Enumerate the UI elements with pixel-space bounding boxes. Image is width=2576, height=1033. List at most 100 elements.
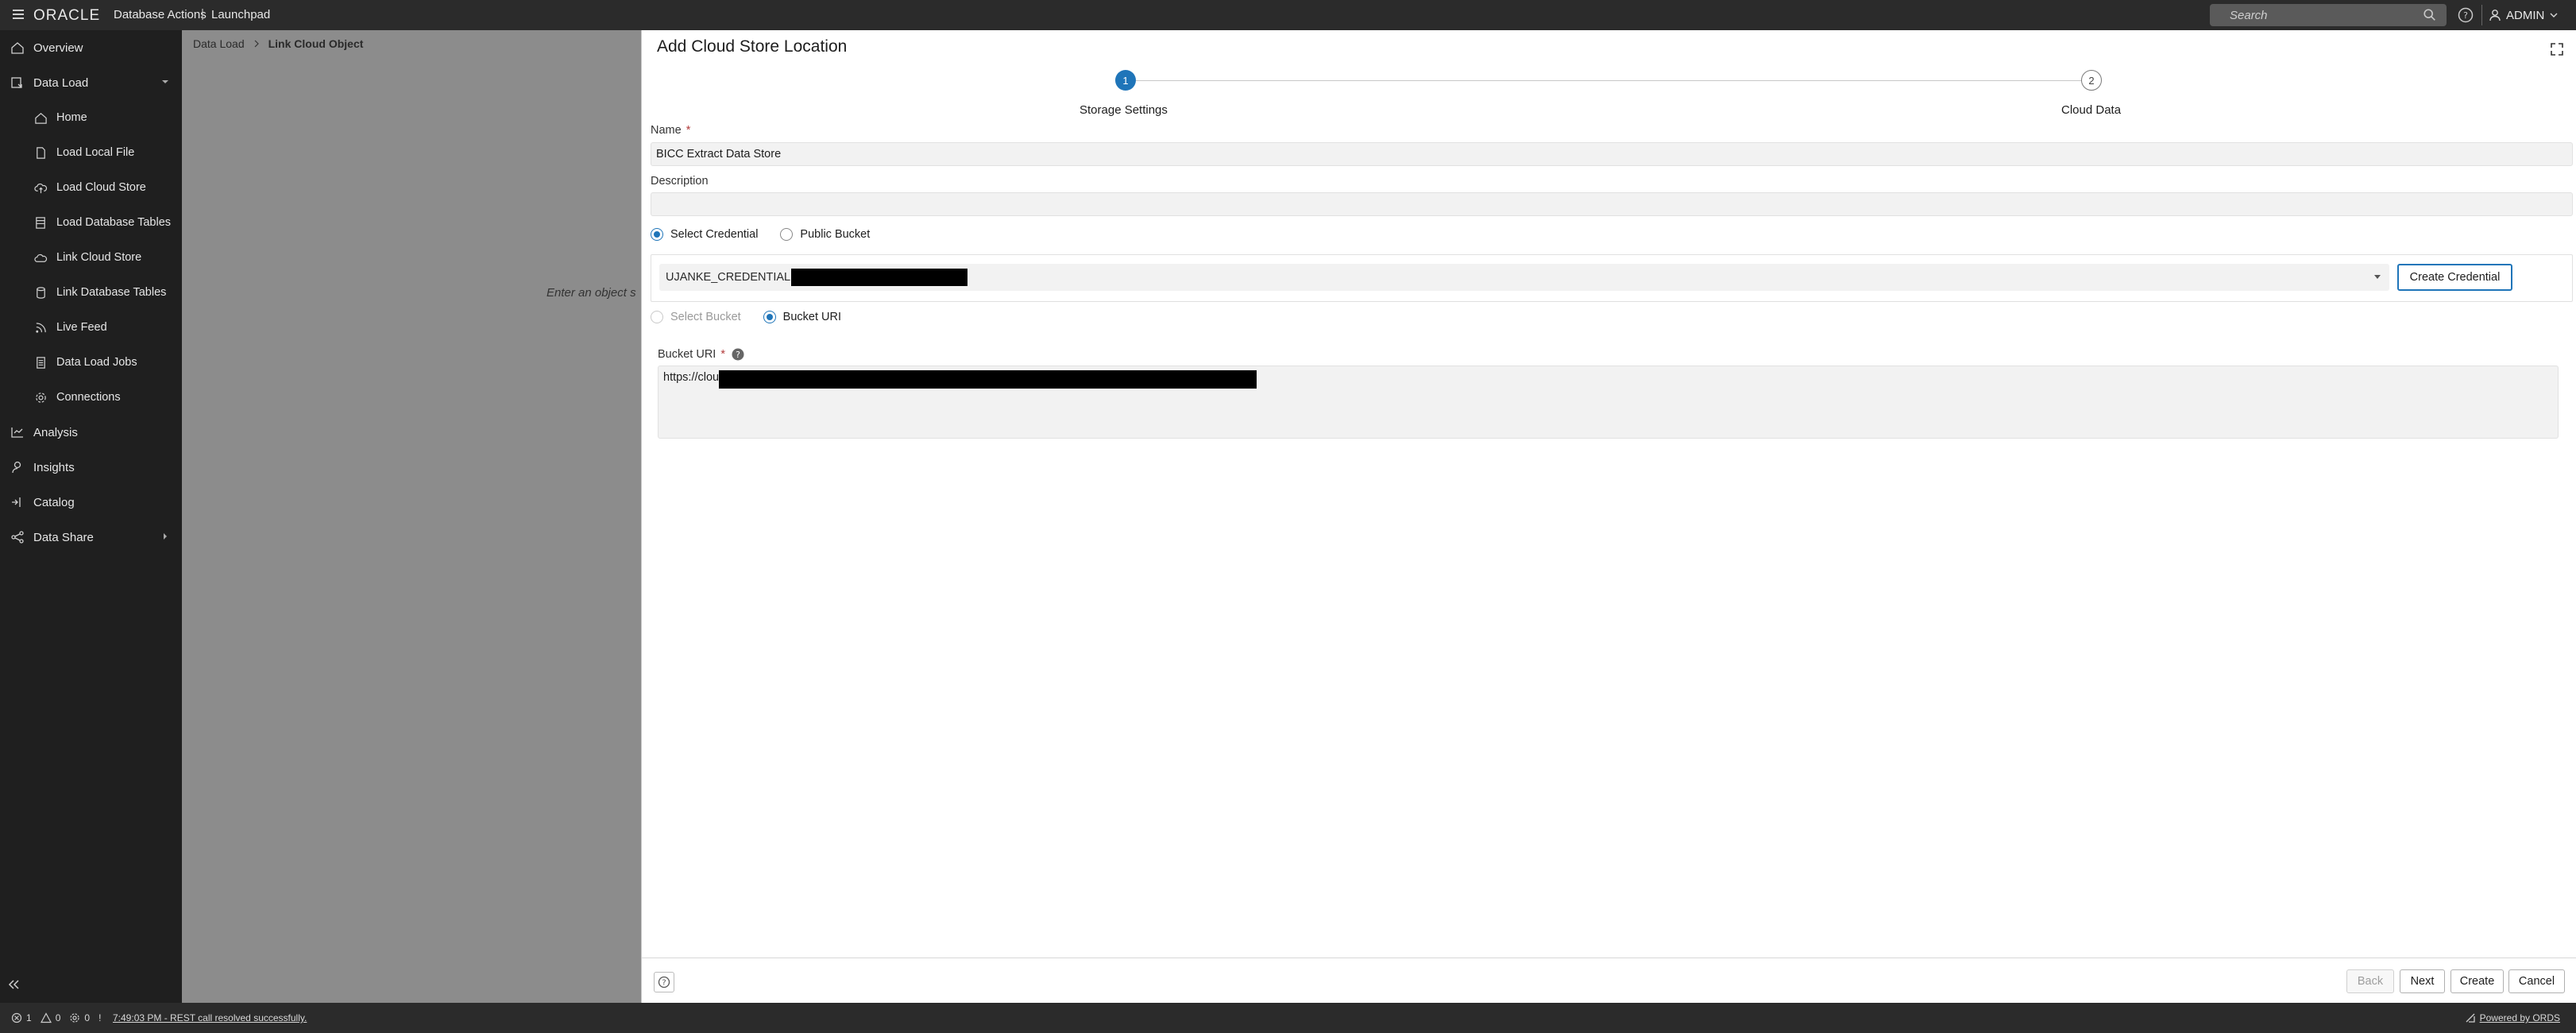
required-marker: * — [686, 124, 691, 137]
next-button[interactable]: Next — [2400, 969, 2445, 993]
sidebar-item-label: Data Share — [33, 530, 94, 544]
collapse-sidebar-icon[interactable] — [6, 977, 21, 992]
top-header: ORACLE Database Actions | Launchpad ? AD… — [0, 0, 2576, 30]
bucket-uri-value: https://clou — [663, 371, 720, 384]
search-input[interactable] — [2210, 4, 2416, 26]
global-search[interactable] — [2210, 4, 2447, 26]
cloud-icon — [33, 250, 48, 265]
home-icon — [10, 40, 25, 56]
product-name[interactable]: Database Actions — [114, 8, 207, 21]
description-label: Description — [651, 175, 709, 188]
name-field[interactable]: BICC Extract Data Store — [651, 142, 2573, 166]
sidebar-item-data-load-jobs[interactable]: Data Load Jobs — [0, 348, 182, 377]
status-bar: 1 0 0 ! 7:49:03 PM - REST call resolved … — [0, 1003, 2576, 1033]
cancel-button[interactable]: Cancel — [2508, 969, 2565, 993]
file-icon — [33, 145, 48, 161]
sidebar-item-data-load[interactable]: Data Load — [0, 68, 182, 97]
warning-icon — [40, 1012, 52, 1023]
jobs-icon — [33, 354, 48, 370]
bucket-uri-field[interactable]: https://clou — [658, 366, 2559, 439]
description-field[interactable] — [651, 192, 2573, 216]
sidebar-item-label: Connections — [56, 391, 121, 404]
sidebar-item-label: Overview — [33, 41, 83, 55]
feed-icon — [33, 319, 48, 335]
launchpad-link[interactable]: Launchpad — [211, 8, 270, 21]
create-button[interactable]: Create — [2450, 969, 2504, 993]
bucket-uri-radio[interactable] — [763, 311, 776, 323]
select-credential-label[interactable]: Select Credential — [670, 228, 758, 241]
credential-section: UJANKE_CREDENTIAL Create Credential — [651, 254, 2573, 302]
status-counters[interactable]: 1 0 0 ! — [11, 1012, 101, 1023]
sidebar-item-label: Live Feed — [56, 321, 107, 334]
sidebar-item-label: Catalog — [33, 495, 75, 509]
sidebar-item-analysis[interactable]: Analysis — [0, 418, 182, 447]
database-tables-icon — [33, 215, 48, 230]
redacted-block — [719, 370, 1257, 389]
select-bucket-radio[interactable] — [651, 311, 663, 323]
step-1-indicator[interactable]: 1 — [1115, 70, 1136, 91]
svg-text:?: ? — [736, 350, 740, 360]
sidebar-item-load-local-file[interactable]: Load Local File — [0, 138, 182, 167]
breadcrumb-current: Link Cloud Object — [268, 37, 364, 50]
sidebar-item-catalog[interactable]: Catalog — [0, 488, 182, 516]
oracle-logo: ORACLE — [33, 7, 101, 24]
user-menu[interactable]: ADMIN — [2489, 6, 2559, 24]
user-icon — [2489, 10, 2501, 21]
sidebar-item-data-share[interactable]: Data Share — [0, 523, 182, 551]
database-icon — [33, 284, 48, 300]
help-icon[interactable]: ? — [2457, 6, 2474, 24]
sidebar-item-insights[interactable]: Insights — [0, 453, 182, 482]
insights-icon — [10, 459, 25, 475]
sidebar-item-overview[interactable]: Overview — [0, 33, 182, 62]
help-button[interactable]: ? — [654, 972, 674, 992]
sidebar-item-load-cloud-store[interactable]: Load Cloud Store — [0, 173, 182, 202]
powered-by-link[interactable]: Powered by ORDS — [2465, 1012, 2560, 1023]
sidebar-item-label: Insights — [33, 460, 75, 474]
select-bucket-label[interactable]: Select Bucket — [670, 311, 741, 323]
bucket-uri-radio-label[interactable]: Bucket URI — [783, 311, 841, 323]
info-indicator: ! — [98, 1012, 102, 1023]
credential-value: UJANKE_CREDENTIAL — [666, 271, 791, 284]
public-bucket-radio[interactable] — [780, 228, 794, 241]
hamburger-menu-icon[interactable] — [8, 5, 29, 25]
svg-text:?: ? — [2463, 10, 2468, 21]
cloud-upload-icon — [33, 180, 48, 195]
name-label-text: Name — [651, 124, 682, 137]
sidebar-item-label: Load Local File — [56, 146, 135, 159]
chevron-down-icon — [2550, 13, 2558, 17]
gear-icon — [33, 389, 48, 405]
sidebar-item-link-cloud-store[interactable]: Link Cloud Store — [0, 243, 182, 272]
expand-icon[interactable] — [2549, 41, 2565, 57]
status-message[interactable]: 7:49:03 PM - REST call resolved successf… — [113, 1012, 307, 1023]
chevron-down-icon[interactable] — [2373, 274, 2381, 280]
help-icon[interactable]: ? — [732, 348, 744, 361]
chevron-down-icon[interactable] — [161, 78, 169, 86]
chevron-right-icon[interactable] — [161, 532, 169, 540]
required-marker: * — [720, 348, 725, 361]
powered-by-text: Powered by ORDS — [2479, 1012, 2560, 1023]
warning-count: 0 — [55, 1012, 61, 1023]
sidebar-item-load-database-tables[interactable]: Load Database Tables — [0, 208, 182, 237]
catalog-icon — [10, 494, 25, 510]
sidebar-item-label: Link Cloud Store — [56, 251, 142, 264]
create-credential-button[interactable]: Create Credential — [2397, 264, 2512, 291]
help-icon: ? — [658, 976, 670, 989]
sidebar-item-label: Analysis — [33, 425, 78, 439]
user-name: ADMIN — [2506, 8, 2545, 22]
sidebar-item-connections[interactable]: Connections — [0, 383, 182, 412]
sidebar-item-link-database-tables[interactable]: Link Database Tables — [0, 278, 182, 307]
bucket-uri-label-text: Bucket URI — [658, 348, 716, 361]
credential-select[interactable]: UJANKE_CREDENTIAL — [659, 264, 2389, 291]
breadcrumb-parent[interactable]: Data Load — [193, 37, 245, 50]
sidebar-item-live-feed[interactable]: Live Feed — [0, 313, 182, 342]
sidebar-item-home[interactable]: Home — [0, 103, 182, 132]
search-icon[interactable] — [2423, 8, 2437, 22]
ords-icon — [2466, 1013, 2475, 1023]
public-bucket-label[interactable]: Public Bucket — [800, 228, 870, 241]
select-credential-radio[interactable] — [651, 228, 663, 241]
error-count: 1 — [26, 1012, 32, 1023]
step-2-indicator[interactable]: 2 — [2081, 70, 2102, 91]
svg-text:?: ? — [662, 979, 666, 988]
header-divider — [2481, 5, 2482, 25]
back-button[interactable]: Back — [2346, 969, 2394, 993]
